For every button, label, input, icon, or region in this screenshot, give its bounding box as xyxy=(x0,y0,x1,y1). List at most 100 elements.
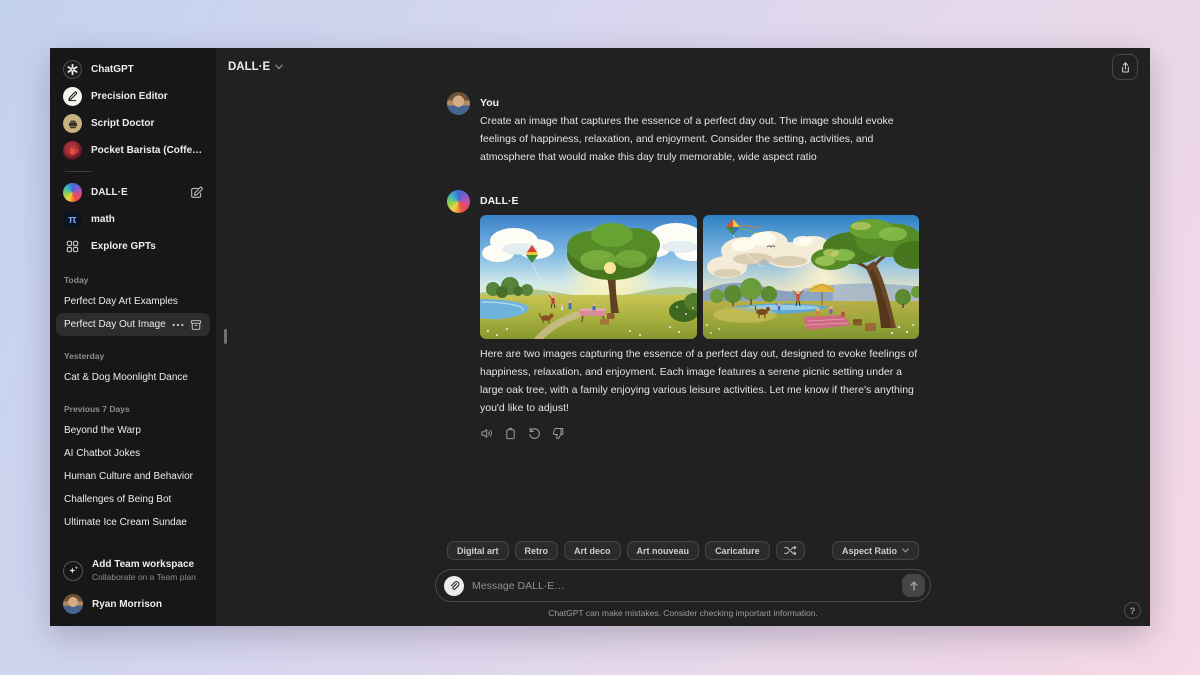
user-message: You Create an image that captures the es… xyxy=(447,92,919,166)
help-button[interactable]: ? xyxy=(1124,602,1141,619)
arrow-up-icon xyxy=(908,580,920,592)
history-item[interactable]: Beyond the Warp xyxy=(56,419,210,442)
sidebar-item-label: Script Doctor xyxy=(91,118,203,129)
message-text: Create an image that captures the essenc… xyxy=(480,113,919,166)
chat-thread: You Create an image that captures the es… xyxy=(447,86,919,541)
sidebar-divider xyxy=(65,171,91,172)
style-chip[interactable]: Caricature xyxy=(705,541,770,560)
message-actions xyxy=(480,427,919,440)
message-author: You xyxy=(480,96,919,110)
user-avatar xyxy=(447,92,470,115)
model-switcher[interactable]: DALL·E xyxy=(228,61,283,73)
history-item-label: Human Culture and Behavior xyxy=(64,471,202,482)
add-team-workspace-button[interactable]: Add Team workspace Collaborate on a Team… xyxy=(50,551,216,588)
sidebar-item-script-doctor[interactable]: Script Doctor xyxy=(50,110,216,137)
sidebar-item-chatgpt[interactable]: ChatGPT xyxy=(50,56,216,83)
style-chips: Digital art Retro Art deco Art nouveau Caric… xyxy=(447,541,919,560)
history-section-label: Previous 7 Days xyxy=(64,404,202,414)
aspect-ratio-label: Aspect Ratio xyxy=(842,546,897,556)
page-title: DALL·E xyxy=(228,61,270,73)
history: Today Perfect Day Art Examples Perfect Day… xyxy=(50,260,216,551)
chevron-down-icon xyxy=(902,548,909,553)
history-item-label: Ultimate Ice Cream Sundae xyxy=(64,517,202,528)
sidebar-item-label: Explore GPTs xyxy=(91,241,203,252)
pen-icon xyxy=(63,87,82,106)
message-text: Here are two images capturing the essenc… xyxy=(480,346,919,417)
style-chip[interactable]: Art deco xyxy=(564,541,621,560)
generated-images xyxy=(480,215,919,339)
sidebar: ChatGPT Precision Editor Script Doctor P… xyxy=(50,48,216,626)
history-section-label: Yesterday xyxy=(64,351,202,361)
coffee-icon xyxy=(63,141,82,160)
chatgpt-logo-icon xyxy=(63,60,82,79)
account-menu[interactable]: Ryan Morrison xyxy=(50,588,216,626)
history-section-label: Today xyxy=(64,275,202,285)
sidebar-item-label: math xyxy=(91,214,203,225)
history-item-label: Challenges of Being Bot xyxy=(64,494,202,505)
math-pi-icon: π xyxy=(63,210,82,229)
history-item-label: Perfect Day Art Examples xyxy=(64,296,202,307)
share-icon xyxy=(1119,61,1132,74)
history-item-options xyxy=(172,319,202,331)
paperclip-icon xyxy=(448,580,460,592)
user-avatar xyxy=(63,594,83,614)
copy-icon[interactable] xyxy=(504,427,517,440)
style-chip[interactable]: Digital art xyxy=(447,541,509,560)
history-item-label: Cat & Dog Moonlight Dance xyxy=(64,372,202,383)
generated-image-2[interactable] xyxy=(703,215,920,339)
shuffle-chip[interactable] xyxy=(776,541,805,560)
message-input-shell xyxy=(435,569,931,602)
style-chip[interactable]: Art nouveau xyxy=(627,541,700,560)
aspect-ratio-dropdown[interactable]: Aspect Ratio xyxy=(832,541,919,560)
sidebar-item-dalle[interactable]: DALL·E xyxy=(50,179,216,206)
archive-icon[interactable] xyxy=(190,319,202,331)
options-ellipsis-icon[interactable] xyxy=(172,323,184,327)
sidebar-item-label: DALL·E xyxy=(91,187,181,198)
history-item[interactable]: Cat & Dog Moonlight Dance xyxy=(56,366,210,389)
chevron-down-icon xyxy=(275,64,283,70)
chatgpt-app-window: ChatGPT Precision Editor Script Doctor P… xyxy=(50,48,1150,626)
team-workspace-title: Add Team workspace xyxy=(92,559,196,570)
dalle-avatar-icon xyxy=(447,190,470,213)
history-item[interactable]: Human Culture and Behavior xyxy=(56,465,210,488)
composer: Digital art Retro Art deco Art nouveau Caric… xyxy=(216,541,1150,626)
sparkles-icon xyxy=(63,561,83,581)
history-item-label: AI Chatbot Jokes xyxy=(64,448,202,459)
send-button[interactable] xyxy=(902,574,925,597)
message-input[interactable] xyxy=(472,580,894,592)
history-item[interactable]: Ultimate Ice Cream Sundae xyxy=(56,511,210,534)
attach-file-button[interactable] xyxy=(444,576,464,596)
history-item-label: Beyond the Warp xyxy=(64,425,202,436)
dalle-rainbow-icon xyxy=(63,183,82,202)
main-panel: DALL·E You Create an image that captures… xyxy=(216,48,1150,626)
sidebar-item-label: Precision Editor xyxy=(91,91,203,102)
grid-icon xyxy=(63,237,82,256)
history-item[interactable]: AI Chatbot Jokes xyxy=(56,442,210,465)
sidebar-collapse-handle[interactable] xyxy=(224,329,227,344)
message-author: DALL·E xyxy=(480,194,919,208)
history-item-label: Perfect Day Out Image xyxy=(64,319,168,330)
shuffle-icon xyxy=(784,545,797,556)
history-item[interactable]: Perfect Day Out Image xyxy=(56,313,210,336)
sidebar-item-label: Pocket Barista (Coffee… xyxy=(91,145,203,156)
generated-image-1[interactable] xyxy=(480,215,697,339)
regenerate-icon[interactable] xyxy=(528,427,541,440)
assistant-message: DALL·E xyxy=(447,190,919,439)
thumbs-down-icon[interactable] xyxy=(552,427,565,440)
style-chip[interactable]: Retro xyxy=(515,541,559,560)
history-item[interactable]: Challenges of Being Bot xyxy=(56,488,210,511)
read-aloud-icon[interactable] xyxy=(480,427,493,440)
sidebar-item-explore-gpts[interactable]: Explore GPTs xyxy=(50,233,216,260)
user-name: Ryan Morrison xyxy=(92,599,162,610)
share-button[interactable] xyxy=(1112,54,1138,80)
main-header: DALL·E xyxy=(216,48,1150,86)
typewriter-icon xyxy=(63,114,82,133)
history-item[interactable]: Perfect Day Art Examples xyxy=(56,290,210,313)
sidebar-item-math[interactable]: π math xyxy=(50,206,216,233)
disclaimer-text: ChatGPT can make mistakes. Consider chec… xyxy=(216,602,1150,621)
sidebar-item-pocket-barista[interactable]: Pocket Barista (Coffee… xyxy=(50,137,216,164)
team-workspace-subtitle: Collaborate on a Team plan xyxy=(92,572,196,582)
sidebar-item-precision-editor[interactable]: Precision Editor xyxy=(50,83,216,110)
new-chat-pencil-icon[interactable] xyxy=(190,186,203,199)
sidebar-item-label: ChatGPT xyxy=(91,64,203,75)
